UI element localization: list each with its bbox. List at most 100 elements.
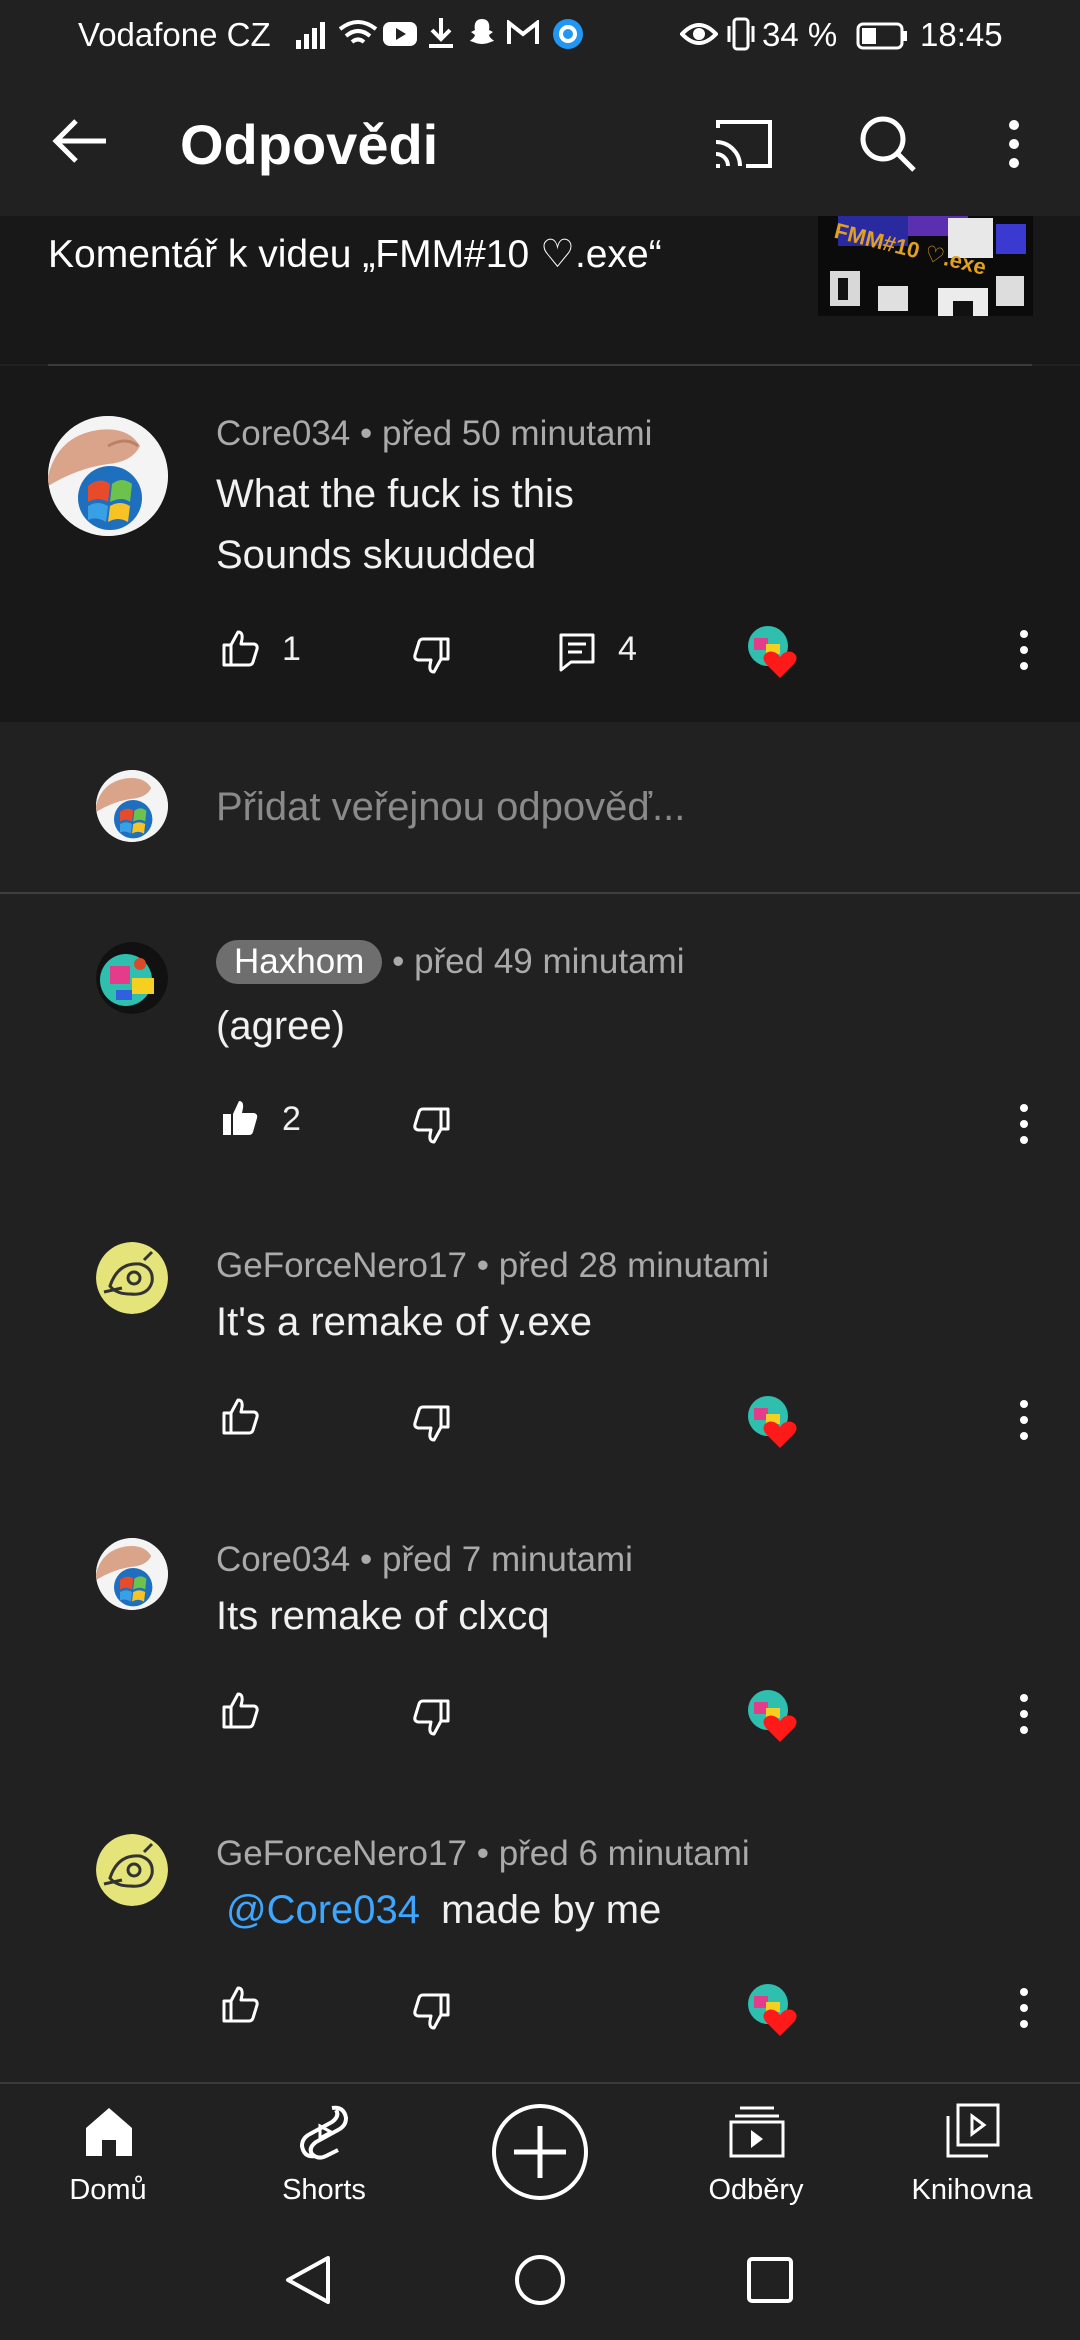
nav-library-label: Knihovna (911, 2174, 1033, 2206)
arrow-left-icon (52, 119, 106, 163)
creator-author-chip[interactable]: Haxhom (216, 940, 383, 984)
avatar[interactable] (96, 1538, 168, 1610)
separator-dot: • (360, 414, 373, 453)
author-name[interactable]: Core034 (216, 1540, 350, 1579)
carrier-name: Vodafone CZ (78, 16, 271, 53)
mention-link[interactable]: @Core034 (226, 1888, 420, 1932)
system-home-button[interactable] (514, 2254, 566, 2306)
library-icon (946, 2103, 1000, 2158)
reply-item: Core034 • před 7 minutami Its remake of … (0, 1488, 1080, 1782)
reply-input-bar[interactable]: Přidat veřejnou odpověď... (0, 722, 1080, 894)
bottom-navigation: Domů Shorts Odběry Knihovna (0, 2082, 1080, 2216)
separator-dot: • (392, 942, 405, 981)
clock: 18:45 (920, 16, 1003, 53)
comment-menu-button[interactable] (1014, 1102, 1034, 1146)
cast-button[interactable] (710, 116, 776, 172)
more-vert-icon (1020, 1104, 1028, 1144)
thumbs-up-icon (222, 630, 259, 667)
shorts-icon (299, 2105, 349, 2160)
dislike-button[interactable] (412, 1106, 452, 1146)
nav-subscriptions[interactable]: Odběry (656, 2084, 856, 2216)
battery-icon (856, 22, 908, 50)
user-avatar (96, 770, 168, 842)
more-vert-icon (1020, 1400, 1028, 1440)
nav-home-label: Domů (69, 2174, 147, 2206)
app-notification-icon (552, 18, 584, 50)
creator-heart-badge (744, 1392, 804, 1452)
creator-heart-badge (744, 1686, 804, 1746)
comment-menu-button[interactable] (1014, 1986, 1034, 2030)
comment-time: před 49 minutami (414, 942, 685, 981)
snapchat-icon (466, 16, 498, 48)
create-button[interactable] (490, 2102, 590, 2202)
comment-time: před 7 minutami (382, 1540, 633, 1579)
thumbs-down-icon (413, 1993, 450, 2030)
comment-text: What the fuck is this Sounds skuudded (216, 464, 574, 586)
avatar[interactable] (96, 1834, 168, 1906)
comment-text: Its remake of clxcq (216, 1594, 550, 1638)
comment-icon (559, 633, 595, 672)
comment-meta: Haxhom • před 49 minutami (216, 940, 684, 984)
like-button[interactable] (220, 628, 260, 668)
avatar[interactable] (96, 942, 168, 1014)
creator-avatar-heart-icon (748, 1690, 797, 1742)
vibrate-icon (726, 16, 756, 52)
square-recents-icon (747, 2257, 793, 2303)
creator-avatar-heart-icon (748, 1396, 797, 1448)
nav-subscriptions-label: Odběry (708, 2174, 804, 2206)
comment-line: What the fuck is this (216, 472, 574, 516)
reply-input[interactable]: Přidat veřejnou odpověď... (216, 785, 685, 830)
thumbs-up-icon (222, 1398, 259, 1435)
comment-line: Sounds skuudded (216, 533, 537, 577)
like-button[interactable] (220, 1690, 260, 1730)
more-vert-icon (1009, 120, 1019, 168)
comment-time: před 50 minutami (382, 414, 653, 453)
comment-text: (agree) (216, 1004, 345, 1048)
replies-button[interactable] (558, 632, 596, 672)
thumbs-up-icon (222, 1986, 259, 2023)
more-vert-icon (1020, 1988, 1028, 2028)
system-back-button[interactable] (284, 2254, 332, 2306)
comment-text: It's a remake of y.exe (216, 1300, 592, 1344)
system-recents-button[interactable] (746, 2256, 794, 2304)
youtube-notification-icon (382, 20, 418, 48)
dislike-button[interactable] (412, 1992, 452, 2032)
comment-menu-button[interactable] (1014, 1398, 1034, 1442)
nav-home[interactable]: Domů (8, 2084, 208, 2216)
avatar[interactable] (48, 416, 168, 536)
dislike-button[interactable] (412, 1698, 452, 1738)
author-name[interactable]: GeForceNero17 (216, 1246, 467, 1285)
signal-icon (294, 20, 328, 50)
wifi-icon (338, 18, 378, 50)
video-context-header[interactable]: Komentář k videu „FMM#10 ♡.exe“ FMM#10 ♡… (0, 216, 1080, 364)
comment-menu-button[interactable] (1014, 1692, 1034, 1736)
comment-meta: GeForceNero17 • před 28 minutami (216, 1246, 769, 1286)
video-thumbnail[interactable]: FMM#10 ♡.exe (818, 216, 1033, 316)
reply-item: GeForceNero17 • před 6 minutami @Core034… (0, 1782, 1080, 2080)
more-options-button[interactable] (1000, 116, 1028, 172)
back-button[interactable] (50, 116, 120, 172)
like-count: 1 (282, 630, 301, 668)
dislike-button[interactable] (412, 1404, 452, 1444)
circle-home-icon (515, 2255, 565, 2305)
search-button[interactable] (858, 114, 918, 174)
add-icon (492, 2104, 588, 2200)
nav-shorts[interactable]: Shorts (224, 2084, 424, 2216)
thumbs-down-icon (413, 1405, 450, 1442)
home-icon (86, 2108, 132, 2156)
video-context-text: Komentář k videu „FMM#10 ♡.exe“ (48, 233, 662, 276)
like-button[interactable] (220, 1098, 260, 1138)
author-name[interactable]: Core034 (216, 414, 350, 453)
comment-menu-button[interactable] (1014, 628, 1034, 672)
avatar[interactable] (96, 1242, 168, 1314)
author-name[interactable]: GeForceNero17 (216, 1834, 467, 1873)
like-count: 2 (282, 1100, 301, 1138)
comment-text-body: made by me (441, 1888, 662, 1932)
cast-icon (715, 120, 772, 168)
nav-library[interactable]: Knihovna (872, 2084, 1072, 2216)
like-button[interactable] (220, 1984, 260, 2024)
like-button[interactable] (220, 1396, 260, 1436)
dislike-button[interactable] (412, 636, 452, 676)
gmail-icon (506, 20, 540, 46)
creator-avatar-heart-icon (748, 1984, 797, 2036)
